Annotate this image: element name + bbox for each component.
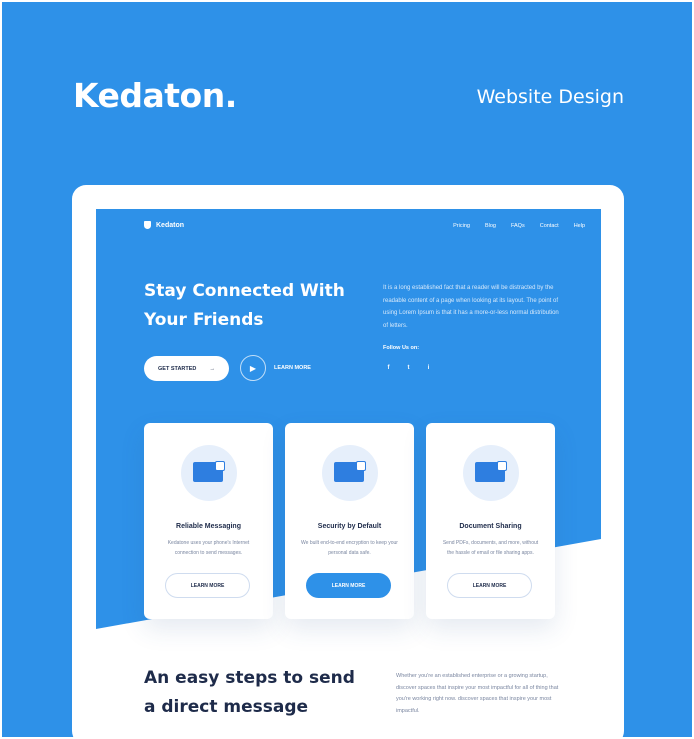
nav-link-faqs[interactable]: FAQs (511, 223, 525, 229)
badge-icon (497, 461, 507, 471)
badge-icon (356, 461, 366, 471)
card-title: Security by Default (317, 523, 382, 530)
feature-icon-wrap (181, 445, 237, 501)
play-button[interactable]: ▶ (240, 355, 266, 381)
get-started-button[interactable]: GET STARTED → (144, 356, 229, 381)
badge-icon (215, 461, 225, 471)
nav-link-contact[interactable]: Contact (540, 223, 559, 229)
feature-card-sharing: Document Sharing Send PDFs, documents, a… (426, 423, 555, 619)
nav-logo-text: Kedaton (156, 221, 184, 229)
twitter-icon[interactable]: t (403, 362, 414, 373)
hero-title: Stay Connected With Your Friends (144, 281, 345, 330)
card-description: Kedatone uses your phone's Internet conn… (167, 540, 250, 556)
card-description: We built end-to-end encryption to keep y… (301, 540, 398, 556)
feature-card-security: Security by Default We built end-to-end … (285, 423, 414, 619)
learn-more-button[interactable]: LEARN MORE (447, 573, 532, 598)
learn-more-button[interactable]: LEARN MORE (306, 573, 391, 598)
website-screen: Kedaton Pricing Blog FAQs Contact Help S… (96, 209, 601, 737)
feature-card-messaging: Reliable Messaging Kedatone uses your ph… (144, 423, 273, 619)
brand-title: Kedaton. (73, 76, 237, 115)
nav-links: Pricing Blog FAQs Contact Help (453, 223, 585, 229)
instagram-icon[interactable]: i (423, 362, 434, 373)
nav-link-blog[interactable]: Blog (485, 223, 496, 229)
nav-link-pricing[interactable]: Pricing (453, 223, 470, 229)
follow-label: Follow Us on: (383, 345, 420, 351)
arrow-right-icon: → (209, 365, 216, 372)
mockup-frame: Kedaton Pricing Blog FAQs Contact Help S… (72, 185, 624, 737)
shield-icon (144, 221, 151, 229)
facebook-icon[interactable]: f (383, 362, 394, 373)
card-title: Reliable Messaging (176, 523, 241, 530)
card-description: Send PDFs, documents, and more, without … (442, 540, 539, 556)
feature-icon-wrap (463, 445, 519, 501)
hero-description: It is a long established fact that a rea… (383, 285, 559, 329)
tagline: Website Design (476, 86, 624, 108)
card-title: Document Sharing (459, 523, 522, 530)
social-links: f t i (383, 362, 434, 373)
presentation-canvas: Kedaton. Website Design Kedaton Pricing … (2, 2, 692, 737)
steps-description: Whether you're an established enterprise… (396, 673, 559, 714)
nav-logo[interactable]: Kedaton (144, 221, 184, 229)
get-started-label: GET STARTED (158, 365, 197, 372)
nav-link-help[interactable]: Help (574, 223, 585, 229)
feature-icon-wrap (322, 445, 378, 501)
top-nav: Kedaton Pricing Blog FAQs Contact Help (96, 209, 601, 245)
play-icon: ▶ (249, 363, 257, 373)
learn-more-button[interactable]: LEARN MORE (165, 573, 250, 598)
hero-learn-more-link[interactable]: LEARN MORE (274, 365, 311, 371)
steps-title: An easy steps to send a direct message (144, 668, 355, 717)
